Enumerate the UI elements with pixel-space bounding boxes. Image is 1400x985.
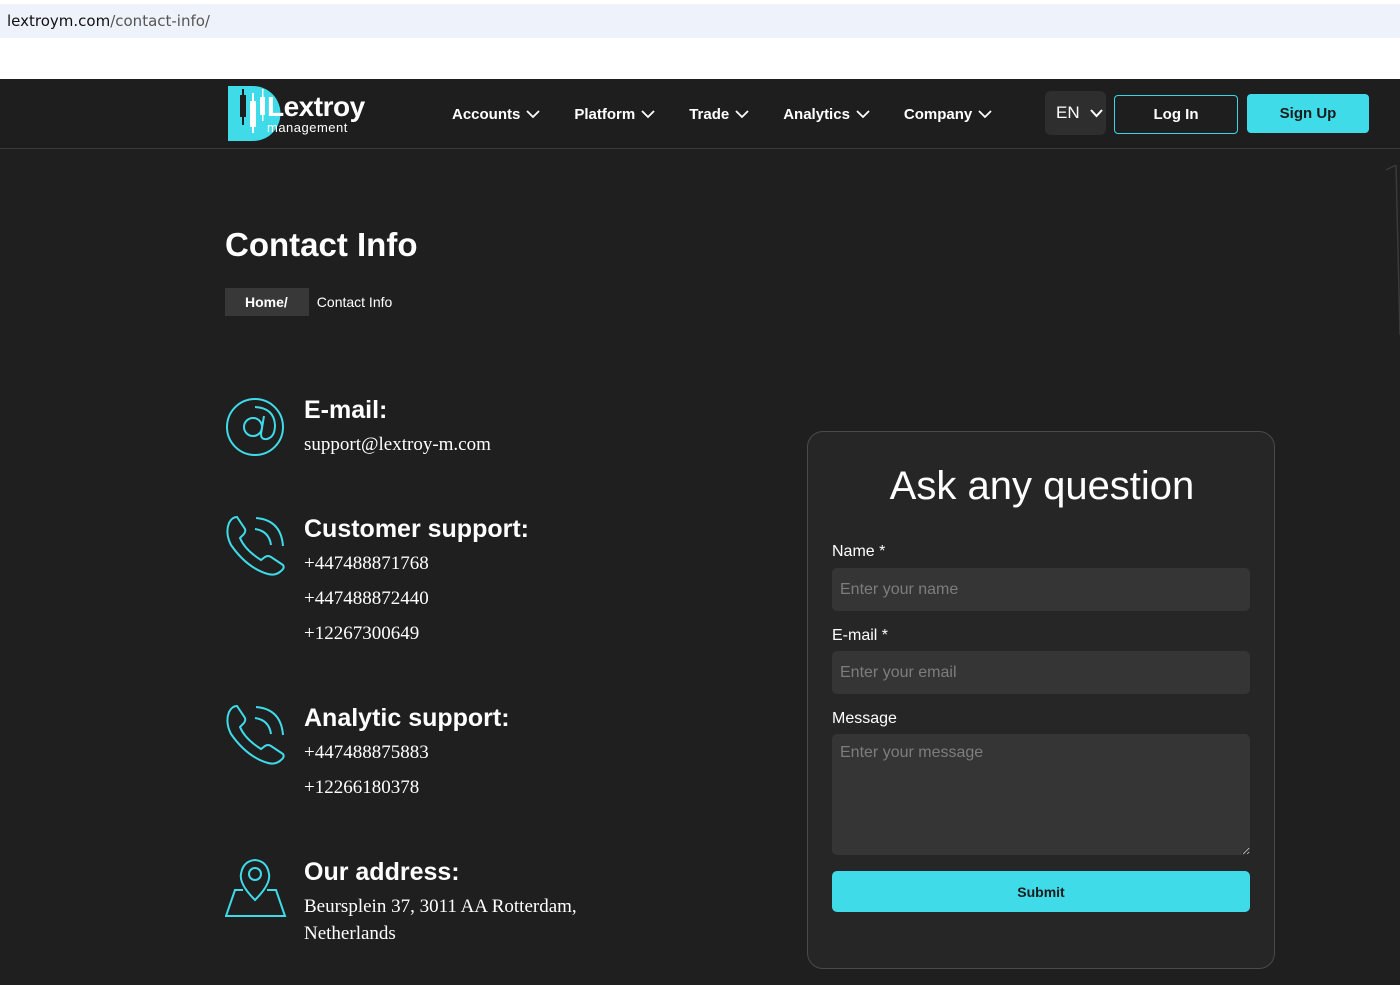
contact-customer-title: Customer support: <box>304 515 529 543</box>
contact-address-line-1: Beursplein 37, 3011 AA Rotterdam, <box>304 896 577 917</box>
nav-company[interactable]: Company <box>904 106 992 123</box>
logo-name: Lextroy <box>267 91 365 122</box>
browser-gap <box>0 38 1400 79</box>
email-input[interactable] <box>832 651 1250 694</box>
language-selector[interactable]: EN <box>1045 91 1106 135</box>
email-label: E-mail * <box>832 627 889 644</box>
chevron-down-icon <box>735 109 749 118</box>
url-path: /contact-info/ <box>110 12 210 30</box>
contact-analytic-phone-1[interactable]: +447488875883 <box>304 742 429 764</box>
message-textarea[interactable] <box>832 734 1250 855</box>
contact-address-line-2: Netherlands <box>304 923 396 944</box>
form-title: Ask any question <box>889 464 1195 508</box>
nav-analytics-label: Analytics <box>783 105 850 123</box>
contact-customer-phone-2[interactable]: +447488872440 <box>304 588 429 610</box>
message-label: Message <box>832 710 897 727</box>
submit-button[interactable]: Submit <box>832 871 1250 912</box>
main-nav: Accounts Platform Trade Analytics Compan… <box>452 79 1026 149</box>
question-form-card: Ask any question Name * E-mail * Message… <box>807 431 1275 969</box>
logo[interactable]: Lextroy management <box>227 85 377 143</box>
signup-button[interactable]: Sign Up <box>1247 94 1369 133</box>
contact-address-title: Our address: <box>304 858 460 886</box>
phone-icon <box>226 515 285 576</box>
language-label: EN <box>1056 103 1080 122</box>
name-input[interactable] <box>832 568 1250 611</box>
breadcrumb-current: Contact Info <box>316 294 393 310</box>
nav-platform[interactable]: Platform <box>574 106 655 123</box>
contact-customer-phone-3[interactable]: +12267300649 <box>304 623 419 645</box>
map-pin-icon <box>225 858 287 917</box>
contact-email-title: E-mail: <box>304 396 388 424</box>
breadcrumb: Home/ Contact Info <box>225 288 392 316</box>
address-bar[interactable]: lextroym.com/contact-info/ <box>0 4 1400 38</box>
nav-platform-label: Platform <box>574 105 636 123</box>
nav-accounts[interactable]: Accounts <box>452 106 540 123</box>
phone-icon <box>226 704 285 765</box>
nav-trade-label: Trade <box>689 105 730 123</box>
chevron-down-icon <box>1089 108 1103 117</box>
chevron-down-icon <box>526 109 540 118</box>
url-host: lextroym.com <box>7 12 111 30</box>
name-label: Name * <box>832 543 886 560</box>
logo-subtitle: management <box>267 120 348 135</box>
contact-analytic-title: Analytic support: <box>304 704 510 732</box>
nav-analytics[interactable]: Analytics <box>783 106 870 123</box>
at-sign-icon <box>226 398 284 456</box>
nav-accounts-label: Accounts <box>452 105 521 123</box>
page-title: Contact Info <box>225 226 418 263</box>
chevron-down-icon <box>856 109 870 118</box>
decorative-edge <box>1385 165 1400 335</box>
nav-trade[interactable]: Trade <box>689 106 749 123</box>
breadcrumb-home[interactable]: Home/ <box>225 288 309 316</box>
chevron-down-icon <box>641 109 655 118</box>
nav-company-label: Company <box>903 105 973 123</box>
contact-email-value[interactable]: support@lextroy-m.com <box>304 434 491 456</box>
contact-analytic-phone-2[interactable]: +12266180378 <box>304 777 419 799</box>
site-header: Lextroy management Accounts Platform Tra… <box>0 79 1400 149</box>
login-button[interactable]: Log In <box>1114 95 1238 134</box>
contact-customer-phone-1[interactable]: +447488871768 <box>304 553 429 575</box>
chevron-down-icon <box>978 109 992 118</box>
